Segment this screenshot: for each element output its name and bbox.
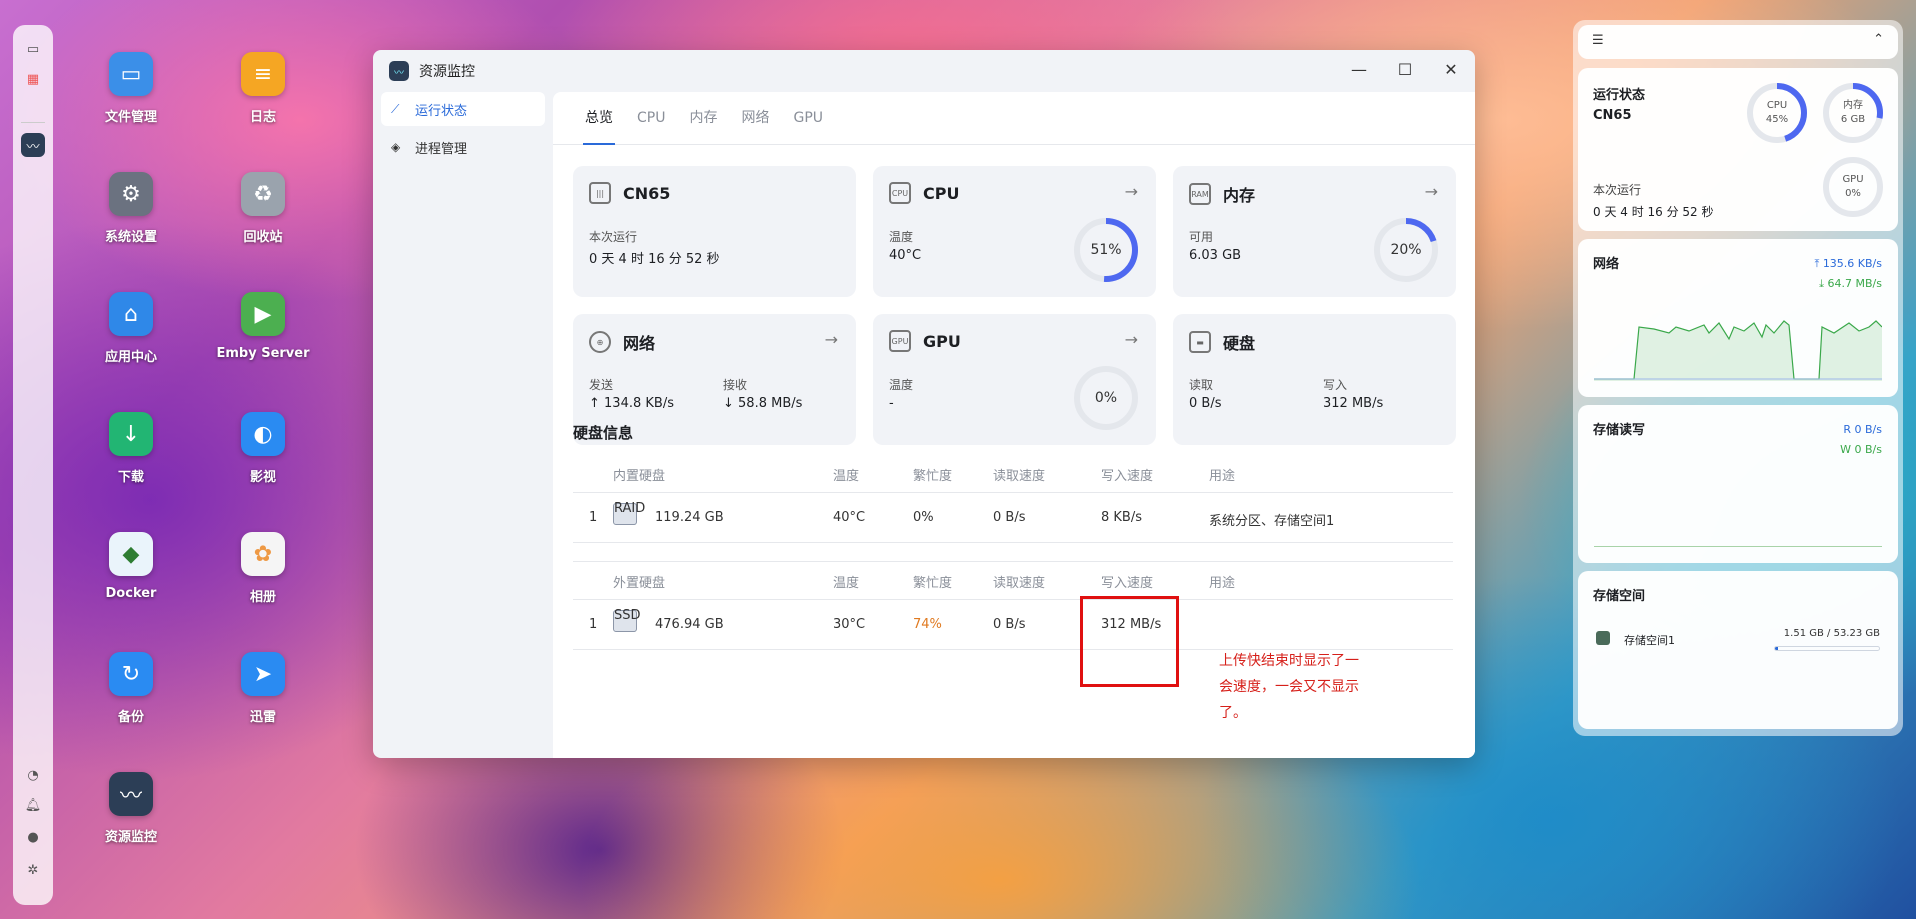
store-icon: ⌂	[109, 292, 153, 336]
external-disk-table: 外置硬盘 温度 繁忙度 读取速度 写入速度 用途 1 SSD 476.94 GB…	[573, 561, 1453, 650]
desktop-app[interactable]: ◆ Docker	[76, 532, 186, 601]
chart-line-icon: ⟋	[391, 101, 400, 116]
app-grid-icon[interactable]: ▦	[21, 67, 45, 91]
table-row[interactable]: 1 RAID 119.24 GB 40°C 0% 0 B/s 8 KB/s 系统…	[573, 493, 1453, 543]
desktop-app[interactable]: ⌂ 应用中心	[76, 292, 186, 365]
highlight-box	[1080, 596, 1179, 687]
sidebar-item-process[interactable]: ◈ 进程管理	[381, 130, 545, 164]
tab-memory[interactable]: 内存	[677, 92, 729, 144]
cpu-chip-icon: CPU	[889, 182, 911, 204]
storage-widget[interactable]: 存储空间 存储空间1 1.51 GB / 53.23 GB	[1578, 571, 1898, 729]
desktop-app[interactable]: ➤ 迅雷	[208, 652, 318, 725]
globe-icon: ⊕	[589, 331, 611, 353]
gpu-mini-ring: GPU 0%	[1821, 155, 1885, 219]
desktop-app[interactable]: ≡ 日志	[208, 52, 318, 125]
monitor-dock-icon[interactable]: 〰	[21, 133, 45, 157]
minimize-icon[interactable]: —	[1348, 60, 1370, 79]
table-header: 内置硬盘 温度 繁忙度 读取速度 写入速度 用途	[573, 454, 1453, 493]
widget-toolbar: ☰ ⌃	[1578, 25, 1898, 59]
dock-divider	[21, 122, 45, 123]
desktop-app[interactable]: ↻ 备份	[76, 652, 186, 725]
monitor-app-icon: 〰	[389, 61, 409, 81]
table-header: 外置硬盘 温度 繁忙度 读取速度 写入速度 用途	[573, 562, 1453, 600]
close-icon[interactable]: ✕	[1440, 60, 1462, 79]
disk-info-title: 硬盘信息	[573, 424, 634, 442]
desktop-app[interactable]: ◐ 影视	[208, 412, 318, 485]
arrow-right-icon[interactable]: →	[825, 330, 838, 349]
storage-io-baseline	[1594, 546, 1882, 547]
user-icon[interactable]: ●	[21, 825, 45, 849]
video-icon: ◐	[241, 412, 285, 456]
arrow-right-icon[interactable]: →	[1125, 330, 1138, 349]
tab-cpu[interactable]: CPU	[625, 92, 677, 144]
device-icon: |||	[589, 182, 611, 204]
cpu-card[interactable]: CPU CPU → 温度 40°C 51%	[873, 166, 1156, 297]
desktop-icon[interactable]: ▭	[21, 37, 45, 61]
storage-usage-bar	[1774, 646, 1880, 651]
layers-icon: ◈	[391, 140, 401, 154]
dock: ▭ ▦ 〰 ◔ 🔔︎ ● ✲	[13, 25, 53, 905]
window-title: 资源监控	[419, 64, 475, 80]
tab-overview[interactable]: 总览	[573, 92, 625, 145]
gpu-ring: 0%	[1072, 364, 1140, 432]
annotation-note: 上传快结束时显示了一会速度，一会又不显示了。	[1219, 653, 1359, 721]
desktop-app[interactable]: ✿ 相册	[208, 532, 318, 605]
table-row[interactable]: 1 SSD 476.94 GB 30°C 74% 0 B/s 312 MB/s	[573, 600, 1453, 650]
network-widget[interactable]: 网络 ⤒ 135.6 KB/s ⤓ 64.7 MB/s	[1578, 239, 1898, 397]
sidebar-item-status[interactable]: ⟋ 运行状态	[381, 92, 545, 126]
memory-mini-ring: 内存 6 GB	[1821, 81, 1885, 145]
busy-warning: 74%	[913, 617, 942, 632]
desktop-app[interactable]: 〰资源监控	[76, 772, 186, 845]
log-icon: ≡	[241, 52, 285, 96]
backup-icon: ↻	[109, 652, 153, 696]
desktop-app[interactable]: ⚙ 系统设置	[76, 172, 186, 245]
recycle-bin-icon: ♻	[241, 172, 285, 216]
settings-gear-icon[interactable]: ✲	[21, 858, 45, 882]
desktop-app[interactable]: ▭ 文件管理	[76, 52, 186, 125]
arrow-right-icon[interactable]: →	[1425, 182, 1438, 201]
tab-bar: 总览 CPU 内存 网络 GPU	[553, 92, 1475, 145]
thunder-icon: ➤	[241, 652, 285, 696]
gear-icon: ⚙	[109, 172, 153, 216]
memory-ring: 20%	[1372, 216, 1440, 284]
window-sidebar: ⟋ 运行状态 ◈ 进程管理	[373, 92, 553, 758]
desktop-app[interactable]: ♻ 回收站	[208, 172, 318, 245]
monitor-icon: 〰	[109, 772, 153, 816]
device-card: ||| CN65 本次运行 0 天 4 时 16 分 52 秒	[573, 166, 856, 297]
cpu-ring: 51%	[1072, 216, 1140, 284]
tab-network[interactable]: 网络	[729, 92, 781, 144]
desktop-app[interactable]: ↓ 下载	[76, 412, 186, 485]
widget-settings-icon[interactable]: ☰	[1592, 33, 1604, 48]
folder-icon: ▭	[109, 52, 153, 96]
download-rate: ⤓ 64.7 MB/s	[1819, 277, 1882, 290]
download-icon: ↓	[109, 412, 153, 456]
disk-card: ▬ 硬盘 读取 0 B/s 写入 312 MB/s	[1173, 314, 1456, 445]
emby-icon: ▶	[241, 292, 285, 336]
maximize-icon[interactable]: ☐	[1394, 60, 1416, 79]
arrow-right-icon[interactable]: →	[1125, 182, 1138, 201]
desktop-app[interactable]: ▶ Emby Server	[208, 292, 318, 361]
power-icon[interactable]: ◔	[21, 763, 45, 787]
internal-disk-table: 内置硬盘 温度 繁忙度 读取速度 写入速度 用途 1 RAID 119.24 G…	[573, 454, 1453, 543]
gpu-chip-icon: GPU	[889, 330, 911, 352]
cpu-mini-ring: CPU 45%	[1745, 81, 1809, 145]
ram-icon: RAM	[1189, 183, 1211, 205]
gpu-card[interactable]: GPU GPU → 温度 - 0%	[873, 314, 1156, 445]
storage-io-widget[interactable]: 存储读写 R 0 B/s W 0 B/s	[1578, 405, 1898, 563]
bell-icon[interactable]: 🔔︎	[21, 793, 45, 817]
tab-gpu[interactable]: GPU	[781, 92, 835, 144]
storage-cube-icon	[1596, 631, 1610, 645]
photos-icon: ✿	[241, 532, 285, 576]
status-widget[interactable]: 运行状态 CN65 本次运行 0 天 4 时 16 分 52 秒 CPU 45% …	[1578, 68, 1898, 231]
upload-rate: ⤒ 135.6 KB/s	[1814, 257, 1882, 270]
network-sparkline	[1594, 320, 1882, 381]
collapse-icon[interactable]: ⌃	[1873, 32, 1884, 47]
docker-icon: ◆	[109, 532, 153, 576]
memory-card[interactable]: RAM 内存 → 可用 6.03 GB 20%	[1173, 166, 1456, 297]
titlebar[interactable]: 〰 资源监控	[373, 50, 1475, 92]
hard-disk-icon: ▬	[1189, 331, 1211, 353]
